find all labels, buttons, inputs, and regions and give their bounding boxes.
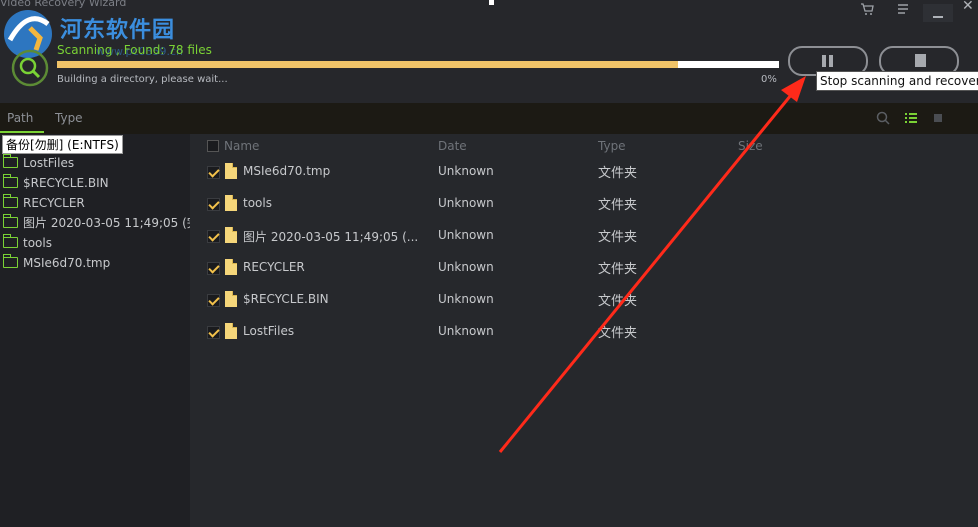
active-tab-indicator	[0, 131, 44, 133]
tree-item[interactable]: LostFiles	[0, 153, 74, 173]
row-checkbox[interactable]	[207, 262, 220, 275]
row-date: Unknown	[438, 164, 494, 178]
folder-file-icon	[225, 259, 237, 275]
row-date: Unknown	[438, 260, 494, 274]
tree-item-label: RECYCLER	[23, 196, 85, 210]
tree-item[interactable]: MSIe6d70.tmp	[0, 253, 110, 273]
tree-item-label: LostFiles	[23, 156, 75, 170]
row-name: tools	[243, 196, 272, 210]
row-checkbox[interactable]	[207, 326, 220, 339]
column-header-date[interactable]: Date	[438, 139, 467, 153]
top-marker	[489, 0, 494, 5]
row-date: Unknown	[438, 292, 494, 306]
scan-status-text: Scanning , Found: 78 files	[57, 43, 212, 57]
row-date: Unknown	[438, 228, 494, 242]
stop-icon	[915, 54, 926, 67]
tree-root-drive[interactable]: 备份[勿删] (E:NTFS)	[2, 135, 123, 154]
folder-icon	[2, 174, 18, 188]
row-type: 文件夹	[598, 198, 638, 213]
folder-icon	[2, 254, 18, 268]
pause-icon	[822, 55, 834, 67]
tree-item-label: 图片 2020-03-05 11;49;05 (完	[23, 216, 199, 230]
scan-progress-fill	[57, 61, 678, 68]
folder-file-icon	[225, 163, 237, 179]
search-icon[interactable]	[876, 111, 890, 125]
select-all-checkbox[interactable]	[207, 140, 219, 152]
column-header-name[interactable]: Name	[224, 139, 259, 153]
folder-file-icon	[225, 227, 237, 243]
tree-item-label: MSIe6d70.tmp	[23, 256, 111, 270]
row-checkbox[interactable]	[207, 230, 220, 243]
row-type: 文件夹	[598, 294, 638, 309]
table-row[interactable]: MSIe6d70.tmp Unknown 文件夹	[190, 156, 978, 188]
row-date: Unknown	[438, 324, 494, 338]
table-row[interactable]: RECYCLER Unknown 文件夹	[190, 252, 978, 284]
tree-item-label: $RECYCLE.BIN	[23, 176, 109, 190]
scan-progress-bar	[57, 61, 779, 68]
stop-tooltip: Stop scanning and recover	[816, 71, 978, 91]
row-checkbox[interactable]	[207, 198, 220, 211]
tab-type[interactable]: Type	[55, 111, 83, 125]
folder-icon	[2, 234, 18, 248]
cart-icon[interactable]	[856, 0, 878, 18]
folder-file-icon	[225, 323, 237, 339]
table-row[interactable]: LostFiles Unknown 文件夹	[190, 316, 978, 348]
folder-icon	[2, 214, 18, 228]
row-name: $RECYCLE.BIN	[243, 292, 329, 306]
column-header-type[interactable]: Type	[598, 139, 626, 153]
row-checkbox[interactable]	[207, 166, 220, 179]
file-list: Name Date Type Size MSIe6d70.tmp Unknown…	[190, 134, 978, 527]
row-type: 文件夹	[598, 262, 638, 277]
folder-file-icon	[225, 195, 237, 211]
progress-percent: 0%	[761, 74, 777, 85]
tree-item[interactable]: 图片 2020-03-05 11;49;05 (完	[0, 213, 199, 233]
row-name: LostFiles	[243, 324, 295, 338]
table-row[interactable]: $RECYCLE.BIN Unknown 文件夹	[190, 284, 978, 316]
row-checkbox[interactable]	[207, 294, 220, 307]
close-icon[interactable]: ✕	[962, 0, 974, 14]
scan-magnifier-icon	[11, 49, 49, 87]
row-type: 文件夹	[598, 326, 638, 341]
row-type: 文件夹	[598, 230, 638, 245]
thumbnail-view-icon[interactable]	[932, 111, 946, 125]
list-view-icon[interactable]	[904, 111, 918, 125]
tree-item[interactable]: $RECYCLE.BIN	[0, 173, 109, 193]
folder-icon	[2, 194, 18, 208]
row-name: MSIe6d70.tmp	[243, 164, 331, 178]
view-tabs-bar: Path Type	[0, 103, 978, 134]
row-type: 文件夹	[598, 166, 638, 181]
minimize-icon[interactable]	[923, 4, 953, 22]
tree-item[interactable]: tools	[0, 233, 52, 253]
row-name: 图片 2020-03-05 11;49;05 (...	[243, 230, 419, 244]
scan-substatus: Building a directory, please wait...	[57, 74, 228, 85]
menu-icon[interactable]	[892, 0, 914, 18]
folder-file-icon	[225, 291, 237, 307]
column-header-size[interactable]: Size	[738, 139, 763, 153]
table-row[interactable]: 图片 2020-03-05 11;49;05 (... Unknown 文件夹	[190, 220, 978, 252]
tab-path[interactable]: Path	[7, 111, 33, 125]
tree-item-label: tools	[23, 236, 52, 250]
row-date: Unknown	[438, 196, 494, 210]
folder-tree: 备份[勿删] (E:NTFS) LostFiles $RECYCLE.BIN R…	[0, 134, 199, 527]
table-row[interactable]: tools Unknown 文件夹	[190, 188, 978, 220]
row-name: RECYCLER	[243, 260, 305, 274]
tree-item[interactable]: RECYCLER	[0, 193, 85, 213]
folder-icon	[2, 154, 18, 168]
watermark-text: 河东软件园	[60, 18, 176, 43]
